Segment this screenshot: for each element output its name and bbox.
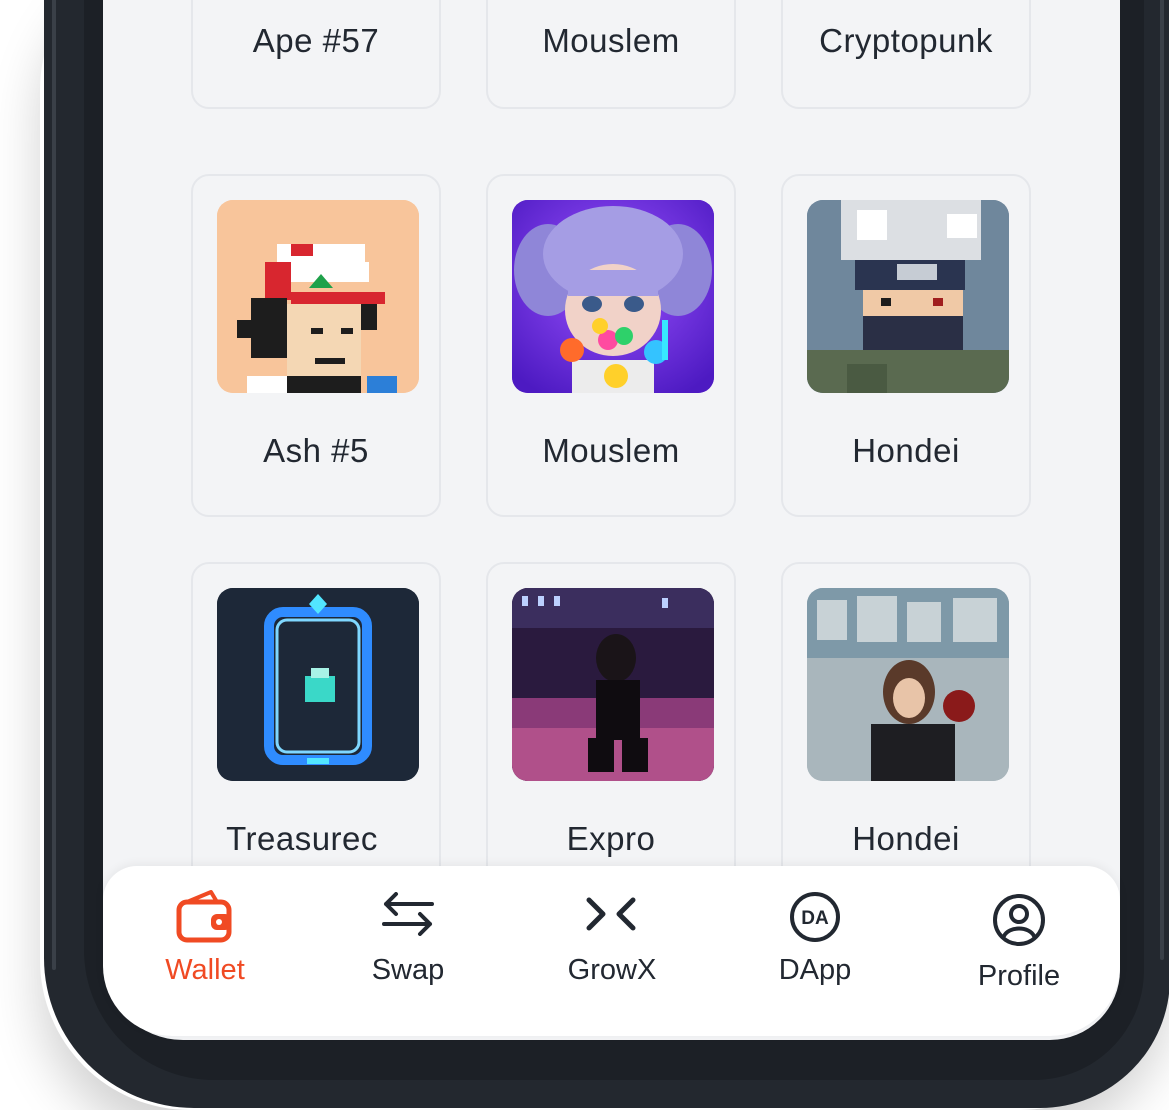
nft-label: Ash #5 (263, 432, 369, 469)
nav-item-dapp[interactable]: DA DApp (735, 866, 895, 1036)
nft-card[interactable]: Treasurec (191, 562, 441, 905)
nft-label: Hondei (852, 820, 960, 857)
nft-card[interactable]: Cryptopunk (781, 0, 1031, 109)
nft-label: Mouslem (542, 432, 680, 469)
nav-label: Profile (977, 960, 1061, 992)
nft-label: Ape #57 (252, 22, 380, 59)
nft-image-photo-rooftop (512, 588, 714, 781)
nav-item-wallet[interactable]: Wallet (125, 866, 285, 1036)
nft-card[interactable]: Expro (486, 562, 736, 905)
nav-label: Swap (371, 954, 445, 986)
nft-card[interactable]: Ape #57 (191, 0, 441, 109)
nft-card[interactable]: Ash #5 (191, 174, 441, 517)
nft-card[interactable]: Mouslem (486, 0, 736, 109)
nft-image-anime-girl (512, 200, 714, 393)
bottom-nav-bar: Wallet Swap GrowX DA DApp Profile (103, 866, 1120, 1036)
nft-image-photo-graffiti (807, 588, 1009, 781)
wallet-icon (175, 890, 235, 948)
profile-icon (991, 892, 1047, 952)
nft-label: Expro (566, 820, 656, 857)
frame-edge-right (1160, 0, 1164, 960)
swap-arrows-icon (380, 892, 436, 940)
nft-label: Hondei (852, 432, 960, 469)
nft-image-treasure-frame (217, 588, 419, 781)
nav-label: Wallet (165, 954, 245, 986)
nft-label: Treasurec (226, 820, 378, 857)
nav-item-profile[interactable]: Profile (939, 866, 1099, 1036)
nft-label: Mouslem (542, 22, 680, 59)
nft-label: Cryptopunk (819, 22, 993, 59)
nft-card[interactable]: Hondei (781, 174, 1031, 517)
dapp-icon: DA (788, 890, 842, 948)
nav-item-swap[interactable]: Swap (328, 866, 488, 1036)
nft-image-pixel-ninja (807, 200, 1009, 393)
frame-edge-left (52, 0, 56, 970)
growx-icon (585, 896, 639, 936)
nav-label: DApp (778, 954, 852, 986)
nft-card[interactable]: Hondei (781, 562, 1031, 905)
nft-card[interactable]: Mouslem (486, 174, 736, 517)
nft-image-pixel-trainer (217, 200, 419, 393)
dapp-icon-text: DA (801, 908, 829, 929)
nav-item-growx[interactable]: GrowX (532, 866, 692, 1036)
nav-label: GrowX (567, 954, 657, 986)
